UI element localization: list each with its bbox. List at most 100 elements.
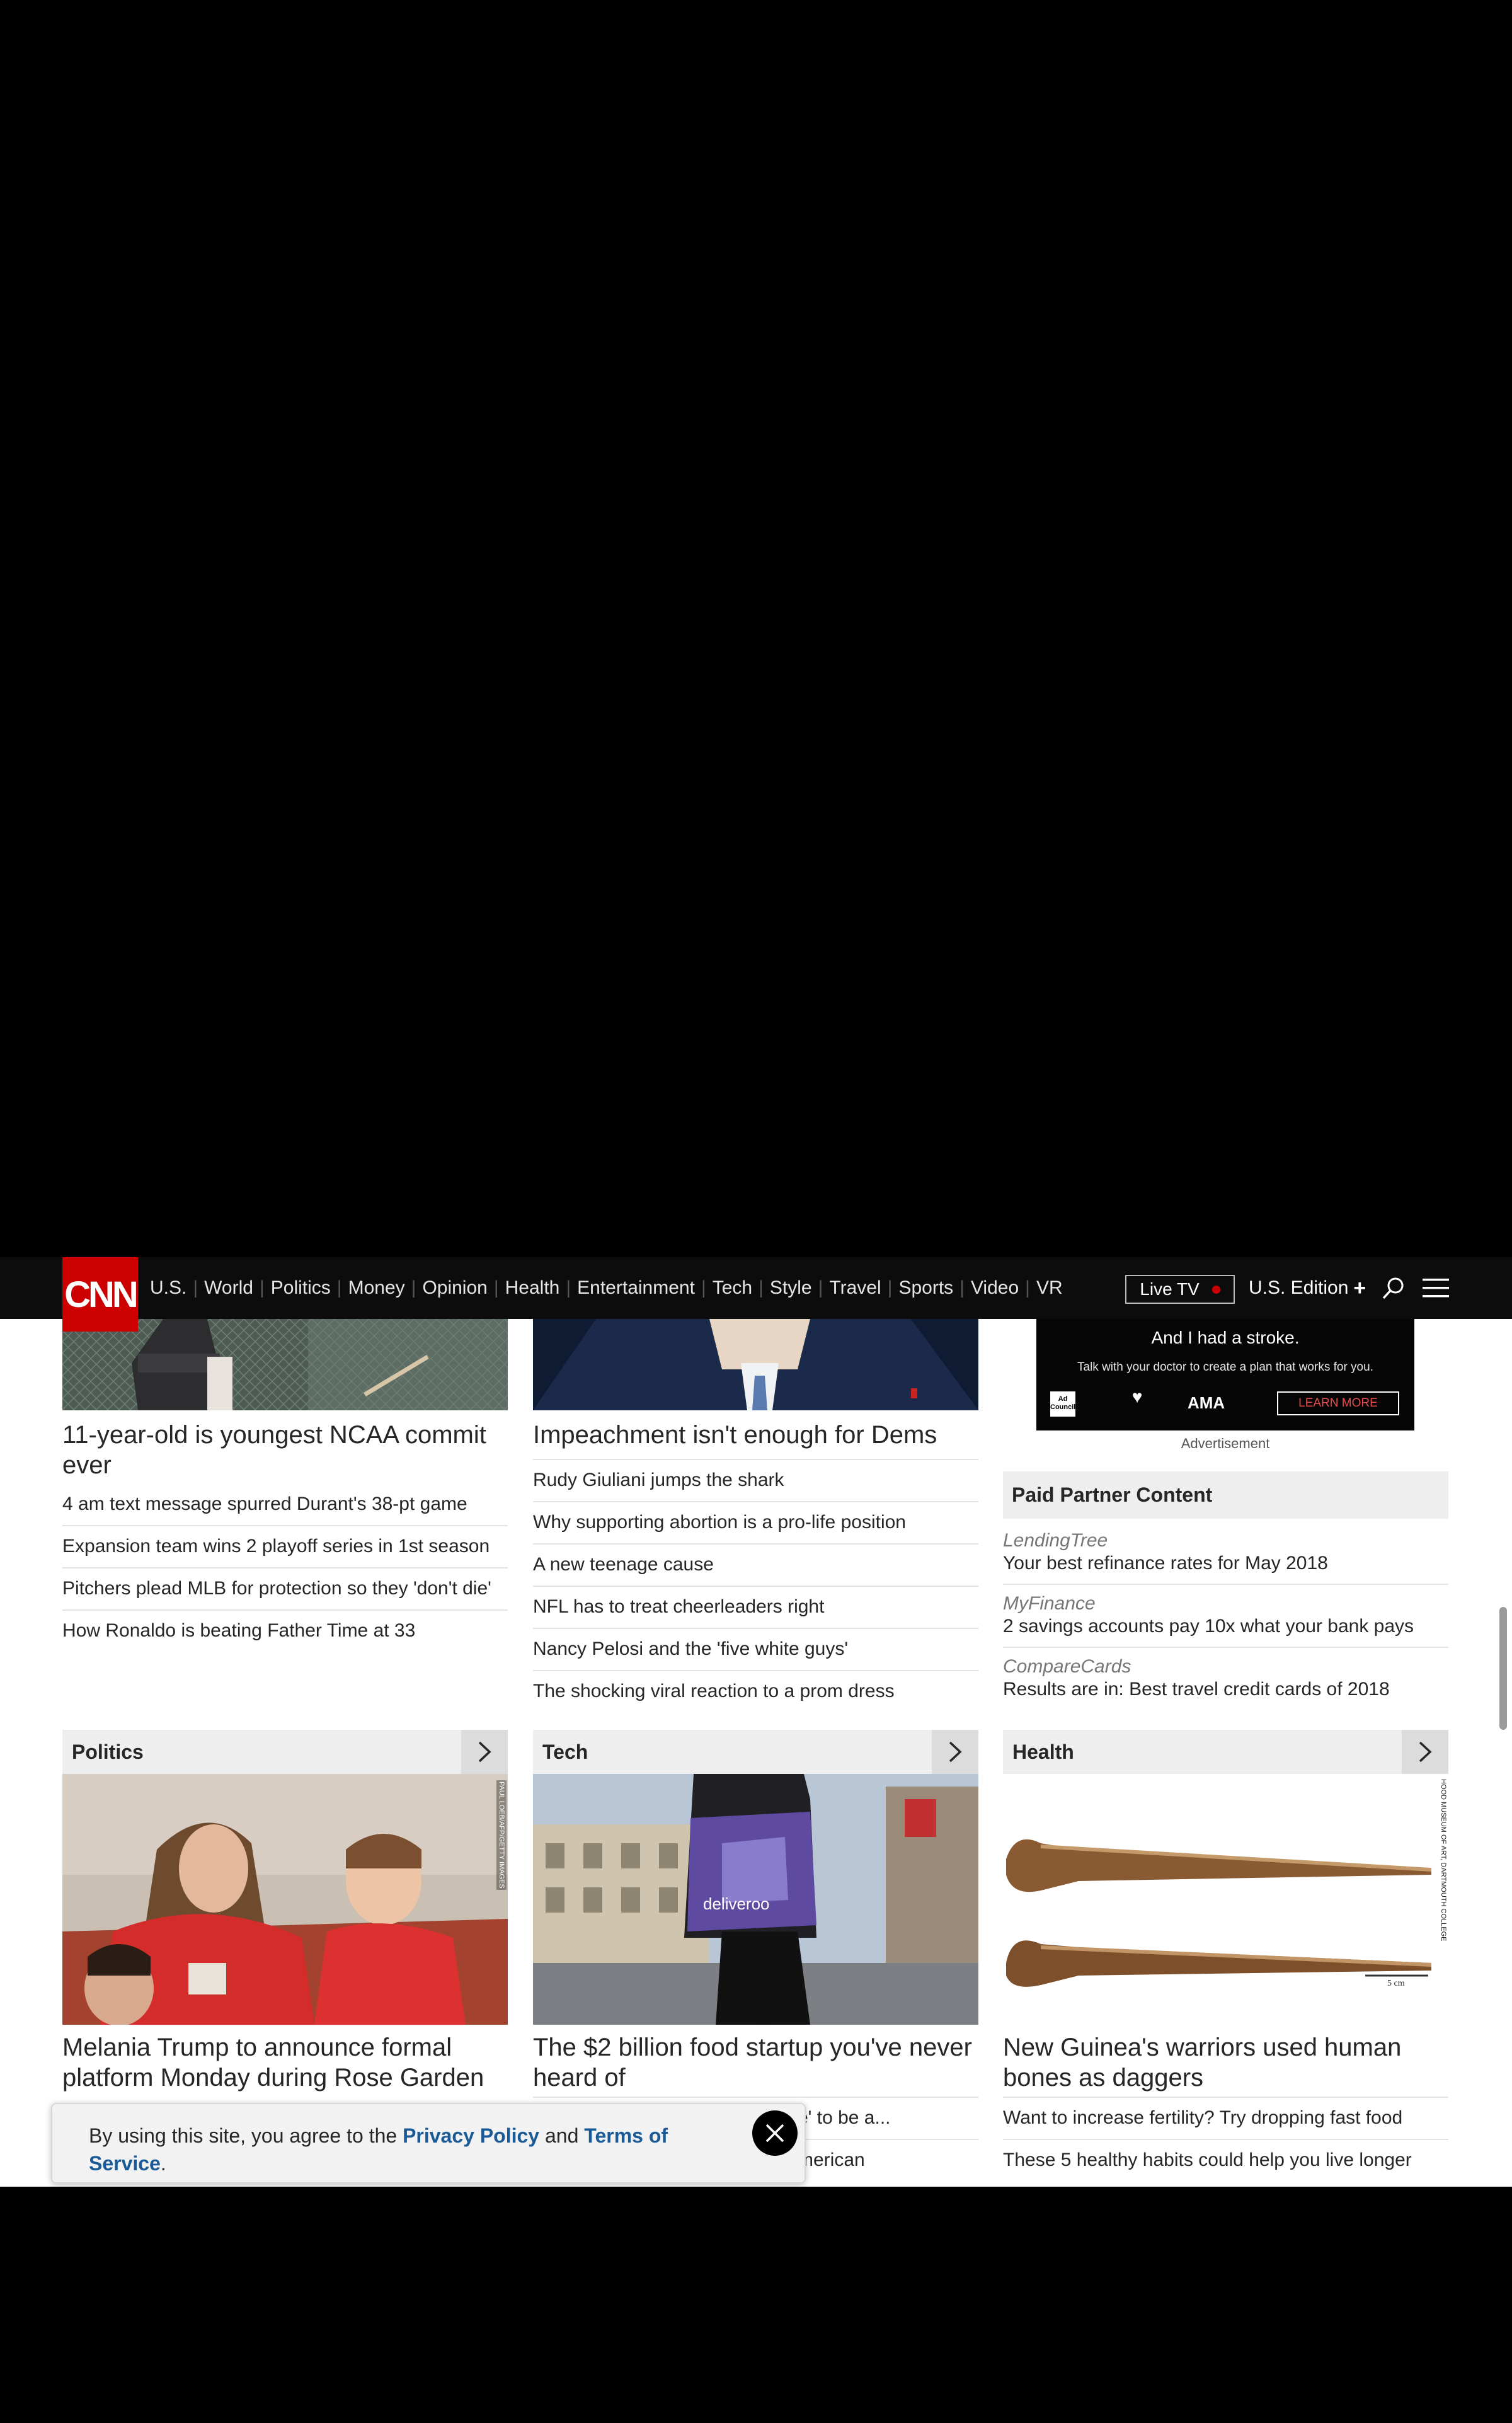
list-item[interactable]: Want to increase fertility? Try dropping…: [1003, 2098, 1448, 2140]
nav-links: U.S. | World | Politics | Money | Opinion | H…: [150, 1257, 1063, 1319]
list-item[interactable]: How Ronaldo is beating Father Time at 33: [62, 1611, 508, 1652]
live-tv-button[interactable]: Live TV: [1125, 1275, 1235, 1304]
search-icon[interactable]: [1382, 1276, 1406, 1300]
opinion-story-list: Rudy Giuliani jumps the shark Why suppor…: [533, 1460, 978, 1712]
delivery-bag-text: deliveroo: [703, 1894, 770, 1913]
health-headline[interactable]: New Guinea's warriors used human bones a…: [1003, 2032, 1448, 2093]
sports-story-list: 4 am text message spurred Durant's 38-pt…: [62, 1484, 508, 1652]
list-item[interactable]: The shocking viral reaction to a prom dr…: [533, 1671, 978, 1712]
nav-divider: |: [887, 1277, 893, 1298]
health-section-header[interactable]: Health: [1003, 1730, 1448, 1774]
paid-partner-list: LendingTree Your best refinance rates fo…: [1003, 1522, 1448, 1710]
paid-partner-heading: Paid Partner Content: [1003, 1471, 1448, 1519]
list-item[interactable]: Rudy Giuliani jumps the shark: [533, 1460, 978, 1502]
nav-divider: |: [566, 1277, 571, 1298]
nav-link-money[interactable]: Money: [348, 1277, 405, 1299]
politics-section-header[interactable]: Politics: [62, 1730, 508, 1774]
page-viewport: And I had a stroke. Talk with your docto…: [0, 1257, 1512, 2187]
nav-link-tech[interactable]: Tech: [713, 1277, 752, 1299]
advertisement-banner[interactable]: And I had a stroke. Talk with your docto…: [1036, 1319, 1414, 1430]
section-label: Tech: [542, 1741, 588, 1763]
chevron-right-icon[interactable]: [1402, 1730, 1448, 1774]
list-item[interactable]: Nancy Pelosi and the 'five white guys': [533, 1629, 978, 1671]
section-label: Health: [1012, 1741, 1074, 1763]
paid-partner-item[interactable]: LendingTree Your best refinance rates fo…: [1003, 1522, 1448, 1585]
opinion-column: Impeachment isn't enough for Dems Rudy G…: [533, 1420, 978, 1712]
plus-icon: +: [1353, 1275, 1366, 1300]
politics-headline[interactable]: Melania Trump to announce formal platfor…: [62, 2032, 508, 2093]
tech-headline[interactable]: The $2 billion food startup you've never…: [533, 2032, 978, 2093]
cookie-prefix: By using this site, you agree to the: [89, 2124, 403, 2147]
paid-partner-item[interactable]: MyFinance 2 savings accounts pay 10x wha…: [1003, 1585, 1448, 1648]
ad-subline: Talk with your doctor to create a plan t…: [1077, 1361, 1373, 1374]
ad-council-badge: Ad Council: [1050, 1391, 1075, 1417]
nav-divider: |: [259, 1277, 265, 1298]
partner-source: LendingTree: [1003, 1530, 1108, 1551]
nav-divider: |: [759, 1277, 764, 1298]
nav-link-us[interactable]: U.S.: [150, 1277, 186, 1299]
nav-link-entertainment[interactable]: Entertainment: [577, 1277, 695, 1299]
tech-photo[interactable]: deliveroo: [533, 1774, 978, 2025]
opinion-photo[interactable]: [533, 1319, 978, 1410]
nav-divider: |: [411, 1277, 416, 1298]
heart-logo-icon: ♥: [1131, 1387, 1143, 1407]
live-tv-label: Live TV: [1140, 1279, 1200, 1299]
nav-divider: |: [959, 1277, 965, 1298]
sports-column: 11-year-old is youngest NCAA commit ever…: [62, 1420, 508, 1652]
chevron-right-icon[interactable]: [932, 1730, 978, 1774]
health-story-list: Want to increase fertility? Try dropping…: [1003, 2097, 1448, 2181]
list-item[interactable]: These 5 healthy habits could help you li…: [1003, 2140, 1448, 2181]
paid-partner-item[interactable]: CompareCards Results are in: Best travel…: [1003, 1648, 1448, 1710]
advertisement-label: Advertisement: [1181, 1436, 1270, 1451]
tech-section-header[interactable]: Tech: [533, 1730, 978, 1774]
list-item[interactable]: NFL has to treat cheerleaders right: [533, 1587, 978, 1629]
hamburger-menu-icon[interactable]: [1423, 1277, 1449, 1299]
list-item[interactable]: Why supporting abortion is a pro-life po…: [533, 1502, 978, 1545]
close-icon[interactable]: [752, 2110, 798, 2156]
nav-divider: |: [818, 1277, 823, 1298]
nav-divider: |: [701, 1277, 706, 1298]
logo-text: CNN: [64, 1274, 139, 1315]
cookie-and: and: [539, 2124, 585, 2147]
list-item[interactable]: 4 am text message spurred Durant's 38-pt…: [62, 1484, 508, 1526]
nav-link-opinion[interactable]: Opinion: [422, 1277, 487, 1299]
politics-photo[interactable]: PAUL LOEB/AFP/GETTY IMAGES: [62, 1774, 508, 2025]
nav-link-video[interactable]: Video: [971, 1277, 1019, 1299]
chevron-right-icon[interactable]: [461, 1730, 508, 1774]
ad-learn-more-button[interactable]: LEARN MORE: [1277, 1391, 1399, 1415]
live-indicator-icon: [1211, 1285, 1220, 1294]
list-item[interactable]: A new teenage cause: [533, 1545, 978, 1587]
nav-link-sports[interactable]: Sports: [898, 1277, 953, 1299]
photo-credit: HOOD MUSEUM OF ART, DARTMOUTH COLLEGE: [1440, 1779, 1447, 1942]
partner-source: MyFinance: [1003, 1593, 1096, 1614]
photo-credit: PAUL LOEB/AFP/GETTY IMAGES: [496, 1780, 507, 1890]
scrollbar-thumb[interactable]: [1499, 1607, 1507, 1730]
nav-link-politics[interactable]: Politics: [271, 1277, 331, 1299]
scale-label: 5 cm: [1387, 1979, 1405, 1988]
nav-link-world[interactable]: World: [204, 1277, 253, 1299]
list-item[interactable]: Expansion team wins 2 playoff series in …: [62, 1526, 508, 1568]
opinion-headline[interactable]: Impeachment isn't enough for Dems: [533, 1420, 978, 1460]
section-label: Politics: [72, 1741, 144, 1763]
cookie-suffix: .: [160, 2152, 166, 2175]
cnn-logo[interactable]: CNN: [62, 1257, 139, 1332]
sports-photo[interactable]: [62, 1319, 508, 1410]
cookie-text: By using this site, you agree to the Pri…: [89, 2122, 719, 2177]
partner-title: Your best refinance rates for May 2018: [1003, 1553, 1328, 1574]
nav-divider: |: [193, 1277, 198, 1298]
top-navigation: U.S. | World | Politics | Money | Opinion | H…: [0, 1257, 1512, 1319]
nav-link-travel[interactable]: Travel: [829, 1277, 881, 1299]
nav-link-vr[interactable]: VR: [1036, 1277, 1063, 1299]
ad-brand: AMA: [1188, 1393, 1225, 1412]
nav-link-health[interactable]: Health: [505, 1277, 560, 1299]
nav-link-style[interactable]: Style: [770, 1277, 812, 1299]
partner-title: 2 savings accounts pay 10x what your ban…: [1003, 1616, 1414, 1637]
edition-label: U.S. Edition: [1249, 1277, 1349, 1298]
nav-divider: |: [1025, 1277, 1030, 1298]
health-photo[interactable]: 5 cm HOOD MUSEUM OF ART, DARTMOUTH COLLE…: [1003, 1774, 1448, 2025]
ad-headline: And I had a stroke.: [1151, 1328, 1300, 1347]
edition-selector[interactable]: U.S. Edition +: [1249, 1257, 1366, 1319]
sports-headline[interactable]: 11-year-old is youngest NCAA commit ever: [62, 1420, 508, 1480]
privacy-policy-link[interactable]: Privacy Policy: [403, 2124, 539, 2147]
list-item[interactable]: Pitchers plead MLB for protection so the…: [62, 1568, 508, 1611]
